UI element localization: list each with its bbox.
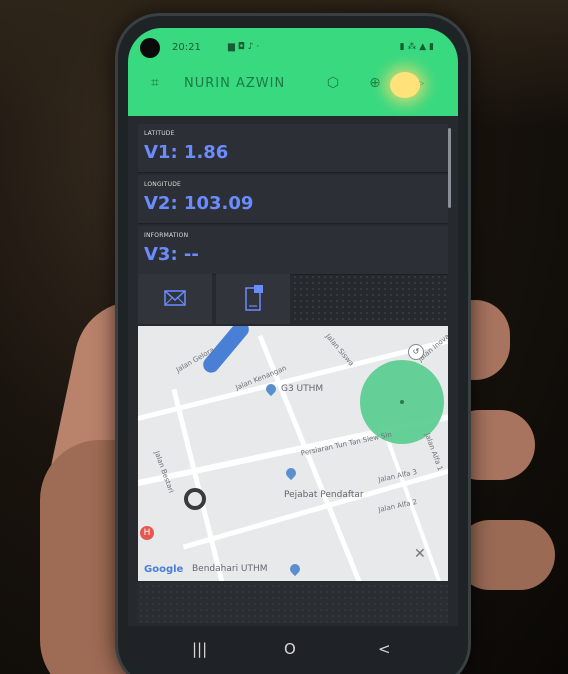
- app-header: 20:21 ▆ ◘ ♪ · ▮ ⁂ ▲ ▮ ⌗ NURIN AZWIN ⬡ ⊕ …: [128, 28, 458, 116]
- smartphone: 20:21 ▆ ◘ ♪ · ▮ ⁂ ▲ ▮ ⌗ NURIN AZWIN ⬡ ⊕ …: [118, 16, 468, 674]
- notification-icons: ▆ ◘ ♪ ·: [228, 42, 260, 52]
- value-widgets: LATITUDE V1: 1.86 LONGITUDE V2: 103.09 I…: [138, 124, 448, 277]
- widget-value: V3: --: [144, 244, 199, 265]
- widget-label: LONGITUDE: [144, 181, 182, 188]
- place-pin-icon[interactable]: [287, 561, 303, 577]
- scrollbar[interactable]: [448, 128, 451, 208]
- back-button[interactable]: <: [378, 640, 391, 658]
- system-status-icons: ▮ ⁂ ▲ ▮: [399, 42, 434, 52]
- notification-button[interactable]: [216, 274, 290, 324]
- information-widget: INFORMATION V3: --: [138, 226, 448, 275]
- light-glare: [390, 72, 420, 98]
- latitude-widget: LATITUDE V1: 1.86: [138, 124, 448, 173]
- button-widgets: [138, 274, 448, 324]
- place-pin-icon[interactable]: [283, 465, 299, 481]
- widget-value: V2: 103.09: [144, 193, 254, 214]
- widget-label: INFORMATION: [144, 232, 189, 239]
- photo-scene: 20:21 ▆ ◘ ♪ · ▮ ⁂ ▲ ▮ ⌗ NURIN AZWIN ⬡ ⊕ …: [0, 0, 568, 674]
- home-button[interactable]: O: [284, 640, 296, 658]
- hospital-icon: H: [140, 526, 154, 540]
- system-nav-bar: ||| O <: [128, 626, 458, 674]
- envelope-icon: [164, 290, 186, 306]
- front-camera: [140, 38, 160, 58]
- email-button[interactable]: [138, 274, 212, 324]
- google-logo: Google: [144, 564, 184, 575]
- device-notify-icon: [245, 285, 263, 311]
- geofence-center: [400, 400, 404, 404]
- empty-grid: [292, 274, 448, 324]
- map-road: [171, 388, 230, 581]
- empty-grid: [138, 583, 448, 623]
- widget-value: V1: 1.86: [144, 142, 229, 163]
- map-widget[interactable]: Jalan Kenangan Jalan Gelora Jalan Siswa …: [138, 326, 448, 581]
- location-marker-icon[interactable]: [184, 488, 206, 510]
- widget-label: LATITUDE: [144, 130, 175, 137]
- fullscreen-icon[interactable]: ✕: [414, 546, 426, 562]
- status-time: 20:21: [172, 42, 201, 53]
- add-widget-icon[interactable]: ⊕: [366, 74, 384, 92]
- street-label: Jalan Siswa: [323, 332, 356, 368]
- place-label: Pejabat Pendaftar: [284, 490, 364, 500]
- place-label: Bendahari UTHM: [192, 564, 268, 574]
- recents-button[interactable]: |||: [192, 640, 207, 658]
- compass-icon[interactable]: ↺: [408, 344, 424, 360]
- phone-screen: 20:21 ▆ ◘ ♪ · ▮ ⁂ ▲ ▮ ⌗ NURIN AZWIN ⬡ ⊕ …: [128, 28, 458, 674]
- longitude-widget: LONGITUDE V2: 103.09: [138, 175, 448, 224]
- settings-icon[interactable]: ⬡: [324, 74, 342, 92]
- back-icon[interactable]: ⌗: [146, 74, 164, 92]
- project-title: NURIN AZWIN: [184, 76, 286, 91]
- hand-fingers-3: [455, 520, 555, 590]
- place-label: G3 UTHM: [281, 384, 324, 394]
- street-label: Jalan Alfa 1: [423, 432, 445, 472]
